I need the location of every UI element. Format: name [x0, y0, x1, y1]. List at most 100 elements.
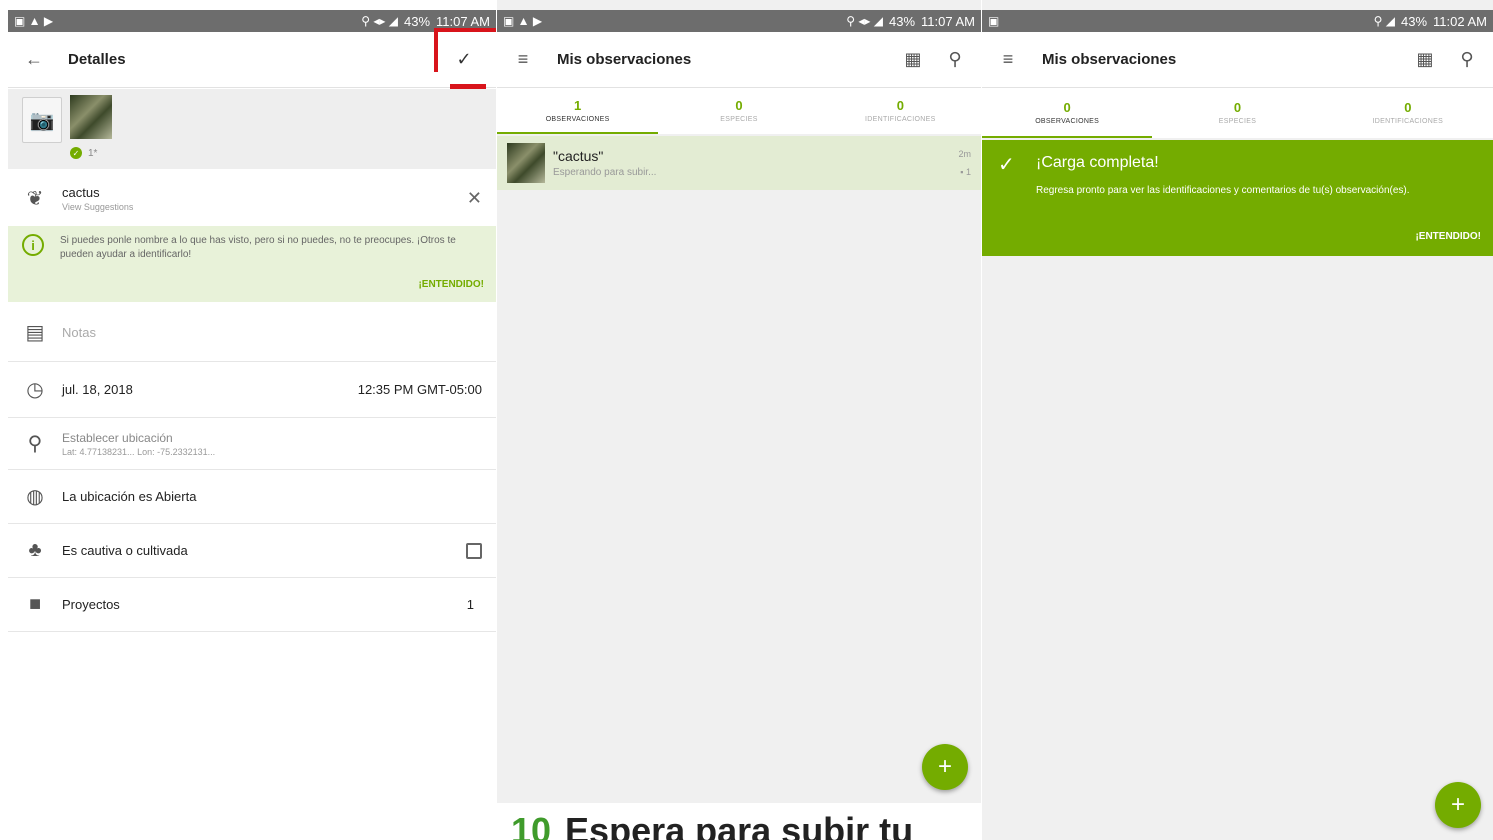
- close-icon[interactable]: ✕: [467, 188, 482, 209]
- clock-icon: ◷: [26, 379, 44, 401]
- app-bar: ← Detalles ✓: [8, 32, 496, 88]
- observation-thumbnail: [507, 143, 545, 183]
- battery-level: 43%: [1401, 13, 1428, 29]
- menu-icon[interactable]: ≡: [996, 49, 1020, 70]
- search-icon[interactable]: ⚲: [943, 49, 967, 70]
- details-screen: ▣ ▲ ▶ ⚲ ◂▸ ◢ 43% 11:07 AM ← Detalles ✓ 📷…: [8, 0, 496, 840]
- briefcase-icon: ■: [28, 593, 42, 615]
- observation-photo[interactable]: [70, 95, 112, 139]
- add-observation-button[interactable]: +: [1435, 782, 1481, 828]
- clipboard-icon: ▤: [25, 322, 45, 344]
- tab-identifications[interactable]: 0 IDENTIFICACIONES: [820, 88, 981, 134]
- tab-label: OBSERVACIONES: [545, 115, 610, 123]
- search-icon[interactable]: ⚲: [1455, 49, 1479, 70]
- captive-checkbox[interactable]: [466, 542, 482, 559]
- location-label: Establecer ubicación: [62, 430, 173, 445]
- tab-label: OBSERVACIONES: [1035, 117, 1100, 125]
- page-title: Mis observaciones: [1042, 51, 1177, 68]
- status-bar: ▣ ▲ ▶ ⚲ ◂▸ ◢ 43% 11:07 AM: [497, 10, 981, 32]
- observation-time[interactable]: 12:35 PM GMT-05:00: [358, 382, 482, 397]
- app-bar: ≡ Mis observaciones ▦ ⚲: [497, 32, 981, 88]
- location-row[interactable]: ⚲ Establecer ubicación Lat: 4.77138231..…: [8, 418, 496, 470]
- step-caption: 10 Espera para subir tu: [497, 803, 981, 840]
- tab-count: 0: [735, 97, 743, 113]
- tab-species[interactable]: 0 ESPECIES: [1152, 88, 1322, 138]
- datetime-row[interactable]: ◷ jul. 18, 2018 12:35 PM GMT-05:00: [8, 362, 496, 418]
- menu-icon[interactable]: ≡: [511, 49, 535, 70]
- tab-observations[interactable]: 1 OBSERVACIONES: [497, 88, 659, 134]
- tab-label: ESPECIES: [720, 115, 758, 123]
- status-time: 11:07 AM: [921, 13, 975, 29]
- view-suggestions-link[interactable]: View Suggestions: [62, 202, 467, 212]
- status-time: 11:07 AM: [436, 13, 490, 29]
- projects-label: Proyectos: [62, 597, 120, 612]
- photo-count: 1: [965, 167, 971, 177]
- photo-status: ✓ 1*: [70, 147, 97, 159]
- location-coords: Lat: 4.77138231... Lon: -75.2332131...: [62, 446, 216, 457]
- upload-complete-banner: ✓ ¡Carga completa! Regresa pronto para v…: [982, 140, 1493, 256]
- battery-level: 43%: [889, 13, 916, 29]
- stats-tabs: 0 OBSERVACIONES 0 ESPECIES 0 IDENTIFICAC…: [982, 88, 1493, 138]
- projects-count: 1: [466, 597, 474, 612]
- notification-icons: ▣ ▲ ▶: [14, 14, 54, 28]
- observation-name: "cactus": [553, 148, 604, 164]
- notes-input[interactable]: Notas: [62, 325, 482, 340]
- species-field[interactable]: cactus View Suggestions: [62, 185, 467, 212]
- battery-level: 43%: [404, 13, 431, 29]
- page-title: Mis observaciones: [557, 51, 692, 68]
- upload-complete-screen: ▣ ⚲ ◢ 43% 11:02 AM ≡ Mis observaciones ▦…: [982, 0, 1493, 840]
- notification-icons: ▣ ▲ ▶: [503, 14, 543, 28]
- list-item[interactable]: "cactus" Esperando para subir... 2m ▪ 1: [497, 136, 981, 190]
- captive-label: Es cautiva o cultivada: [62, 543, 188, 558]
- species-name: cactus: [62, 184, 100, 200]
- notes-row[interactable]: ▤ Notas: [8, 304, 496, 362]
- grid-view-icon[interactable]: ▦: [1413, 49, 1437, 70]
- observation-date[interactable]: jul. 18, 2018: [62, 382, 358, 397]
- tab-identifications[interactable]: 0 IDENTIFICACIONES: [1323, 88, 1493, 138]
- check-circle-icon: ✓: [70, 147, 82, 159]
- stats-tabs: 1 OBSERVACIONES 0 ESPECIES 0 IDENTIFICAC…: [497, 88, 981, 134]
- banner-title: ¡Carga completa!: [1036, 154, 1159, 171]
- leaf-icon: ❦: [26, 187, 44, 210]
- grid-view-icon[interactable]: ▦: [901, 49, 925, 70]
- confirm-highlight: [434, 28, 496, 72]
- tab-count: 0: [1404, 99, 1412, 115]
- plant-pot-icon: ♣: [28, 539, 42, 561]
- tab-count: 0: [1233, 99, 1242, 115]
- observations-uploading-screen: ▣ ▲ ▶ ⚲ ◂▸ ◢ 43% 11:07 AM ≡ Mis observac…: [497, 0, 981, 840]
- photo-icon: ▪: [960, 167, 964, 177]
- naming-tip: i Si puedes ponle nombre a lo que has vi…: [8, 226, 496, 302]
- check-icon: ✓: [998, 154, 1015, 176]
- captive-row[interactable]: ♣ Es cautiva o cultivada: [8, 524, 496, 578]
- signal-icons: ⚲ ◂▸ ◢: [361, 14, 398, 28]
- tip-dismiss-button[interactable]: ¡ENTENDIDO!: [418, 279, 484, 290]
- tab-count: 1: [574, 97, 582, 113]
- observation-age: 2m: [958, 149, 971, 159]
- status-bar: ▣ ▲ ▶ ⚲ ◂▸ ◢ 43% 11:07 AM: [8, 10, 496, 32]
- banner-dismiss-button[interactable]: ¡ENTENDIDO!: [1415, 231, 1481, 242]
- signal-icons: ⚲ ◂▸ ◢: [846, 14, 883, 28]
- photo-count: 1*: [88, 147, 98, 159]
- privacy-row[interactable]: ◍ La ubicación es Abierta: [8, 470, 496, 524]
- tab-label: IDENTIFICACIONES: [865, 115, 936, 123]
- page-title: Detalles: [68, 51, 126, 68]
- upload-state: Esperando para subir...: [553, 167, 657, 178]
- camera-icon[interactable]: 📷: [22, 97, 62, 143]
- arrow-left-icon[interactable]: ←: [22, 49, 46, 70]
- banner-message: Regresa pronto para ver las identificaci…: [1036, 185, 1410, 196]
- tab-count: 0: [1063, 99, 1071, 115]
- tip-message: Si puedes ponle nombre a lo que has vist…: [60, 235, 456, 260]
- step-text: Espera para subir tu: [565, 810, 914, 840]
- globe-icon: ◍: [26, 486, 44, 508]
- tab-label: ESPECIES: [1218, 117, 1257, 125]
- tab-count: 0: [896, 97, 904, 113]
- app-bar: ≡ Mis observaciones ▦ ⚲: [982, 32, 1493, 88]
- add-observation-button[interactable]: +: [922, 744, 968, 790]
- projects-row[interactable]: ■ Proyectos 1: [8, 578, 496, 632]
- tab-species[interactable]: 0 ESPECIES: [658, 88, 819, 134]
- species-row[interactable]: ❦ cactus View Suggestions ✕: [8, 170, 496, 226]
- signal-icons: ⚲ ◢: [1373, 14, 1395, 28]
- status-time: 11:02 AM: [1433, 13, 1487, 29]
- tab-observations[interactable]: 0 OBSERVACIONES: [982, 88, 1153, 138]
- step-number: 10: [511, 810, 552, 840]
